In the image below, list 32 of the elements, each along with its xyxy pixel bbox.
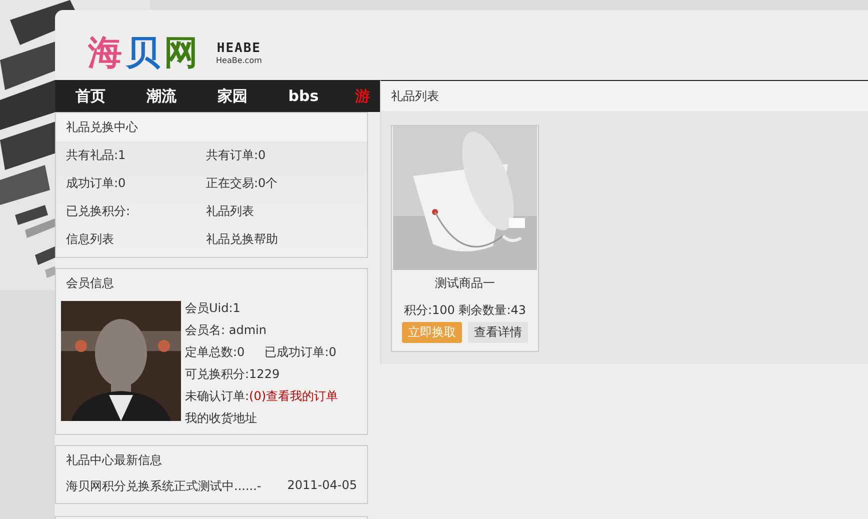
stat-text: 礼品兑换帮助 bbox=[206, 231, 279, 248]
stat-text: 成功订单:0 bbox=[66, 175, 127, 192]
nav-link[interactable]: 首页 bbox=[55, 86, 126, 106]
nav-link[interactable]: 家园 bbox=[197, 86, 268, 106]
stat-text: 礼品列表 bbox=[206, 203, 255, 220]
order-count-text: 定单总数:0 bbox=[185, 344, 245, 361]
username-text: 会员名: admin bbox=[185, 322, 268, 339]
nav-link[interactable]: 潮流 bbox=[126, 86, 197, 106]
stat-text: 正在交易:0个 bbox=[206, 175, 279, 192]
success-count-text: 已成功订单:0 bbox=[264, 344, 336, 361]
panel-title: 礼品中心最新信息 bbox=[65, 452, 163, 469]
stat-text: 信息列表 bbox=[66, 231, 115, 248]
uid-text: 会员Uid:1 bbox=[185, 300, 242, 317]
my-orders-link[interactable]: 查看我的订单 bbox=[266, 385, 338, 407]
news-link[interactable]: 海贝网积分兑换系统正式测试中......- bbox=[66, 478, 262, 495]
details-button[interactable]: 查看详情 bbox=[468, 322, 528, 343]
unconfirmed-label: 未确认订单: bbox=[185, 388, 250, 405]
panel-title: 会员信息 bbox=[65, 275, 115, 292]
stat-text: 共有订单:0 bbox=[206, 147, 267, 164]
logo-domain: HeaBe.com bbox=[216, 56, 262, 65]
logo-text: 海贝网 bbox=[88, 32, 202, 75]
product-name: 测试商品一 bbox=[435, 275, 495, 292]
nav-link[interactable]: bbs bbox=[268, 87, 339, 105]
stat-text: 共有礼品:1 bbox=[66, 147, 127, 164]
address-link[interactable]: 我的收货地址 bbox=[185, 407, 338, 429]
unconfirmed-count: (0) bbox=[249, 388, 266, 405]
logo-mark: HEABE bbox=[216, 41, 262, 56]
product-info: 积分:100 剩余数量:43 bbox=[404, 302, 526, 319]
stat-text: 已兑换积分: bbox=[66, 203, 132, 220]
panel-title: 礼品列表 bbox=[381, 81, 868, 111]
news-date: 2011-04-05 bbox=[287, 478, 357, 494]
points-text: 可兑换积分:1229 bbox=[185, 366, 281, 383]
